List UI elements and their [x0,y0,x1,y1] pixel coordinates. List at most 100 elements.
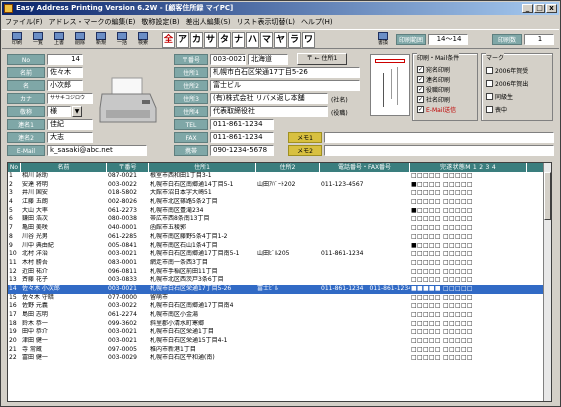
rewrite-button[interactable]: 書換 [374,32,392,48]
zip-to-address-button[interactable]: 〒 ← 住所1 [297,53,347,65]
chevron-down-icon[interactable]: ▼ [72,106,82,117]
kana-sa[interactable]: サ [204,32,217,48]
table-row[interactable]: 17 島田 志明 061-2274 札幌市南区小金湯 □□□□□ □□□□□ [8,311,551,320]
joint1-field[interactable]: 佳紀 [47,119,93,130]
checkbox-email-send[interactable]: ✓ E-Mail送信 [417,104,456,114]
print-count-input[interactable]: 1 [524,34,554,45]
header-phone-fax[interactable]: 電話番号・FAX番号 [320,163,410,172]
marks-group: マーク 2006年賀受 2006年賀出 同級生 喪中 [481,53,553,121]
table-row[interactable]: 1 相川 詠助 087-0021 根室市西和田1丁目3-1 □□□□□ □□□□□ [8,172,551,181]
mobile-field[interactable]: 090-1234-5678 [210,145,274,156]
kana-field[interactable]: ササキコジロウ [47,93,93,104]
tel-field[interactable]: 011-861-1234 [210,119,274,130]
address4-field[interactable]: 代表取締役社 [210,106,328,117]
honorific-select[interactable]: 様 [47,106,71,117]
table-row[interactable]: 8 川谷 光男 061-2285 札幌市南区藤野5条4丁目1-2 □□□□□ □□□□□ [8,233,551,242]
overwrite-button[interactable]: 上書 [50,32,68,48]
kana-ma[interactable]: マ [260,32,273,48]
menu-edit[interactable]: アドレス・マークの編集(E) [49,16,136,28]
list-button[interactable]: 一覧 [29,32,47,48]
header-address1[interactable]: 住所1 [149,163,256,172]
table-row[interactable]: 20 津田 健一 003-0021 札幌市白石区栄通15丁目4-1 □□□□□ □□□□… [8,337,551,346]
checkbox-mourning[interactable]: 喪中 [486,103,528,116]
batch-button[interactable]: 一括 [113,32,131,48]
kana-ya[interactable]: ヤ [274,32,287,48]
scrollbar[interactable] [543,163,551,401]
maximize-button[interactable]: □ [534,4,545,13]
search-button[interactable]: 検索 [134,32,152,48]
table-row[interactable]: 11 木村 勝吾 083-0001 網走市南一条西3丁目 □□□□□ □□□□□ [8,259,551,268]
email-field[interactable]: k_sasaki@abc.net [47,145,147,156]
table-row[interactable]: 9 川中 典由紀 005-0841 札幌市南区石山1条4丁目 ■□□□□ □□□□□ [8,242,551,251]
table-row[interactable]: 12 近田 祐介 096-0811 札幌市手稲区前田11丁目 □□□□□ □□□□□ [8,268,551,277]
zip-field[interactable]: 003-0021 [210,54,246,65]
memo1-field[interactable] [324,132,554,143]
table-cell: 札幌市白石区南郷通17丁目南5-1 [150,250,240,258]
header-status[interactable]: 完遂状態M 1 2 3 4 [410,163,527,172]
joint2-field[interactable]: 大志 [47,132,93,143]
app-window: Easy Address Printing Version 6.2W - [顧客… [0,0,561,407]
print-button[interactable]: 印刷 [8,32,26,48]
table-row[interactable]: 18 鈴木 恭一 099-3602 斜里郡小清水町寒郷 □□□□□ □□□□□ [8,320,551,329]
checkbox-position-print[interactable]: ✓ 役職印刷 [417,84,456,94]
table-row[interactable]: 16 佐野 元義 003-0022 札幌市白石区南郷通17丁目南4 □□□□□ □□□□… [8,302,551,311]
table-row[interactable]: 3 井川 国安 018-5802 大館市沼日本字大崎51 □□□□□ □□□□□ [8,189,551,198]
joint2-label: 連名2 [7,132,45,143]
table-row[interactable]: 19 田中 恭介 003-0021 札幌市白石区栄通1丁目 □□□□□ □□□□□ [8,328,551,337]
menu-file[interactable]: ファイル(F) [5,16,43,28]
menu-help[interactable]: ヘルプ(H) [301,16,333,28]
menu-sender[interactable]: 差出人編集(S) [186,16,231,28]
name-field[interactable]: 佐々木 [47,67,83,78]
minimize-button[interactable]: _ [522,4,533,13]
table-row[interactable]: 14 佐々木 小次郎 003-0021 札幌市白石区栄通17丁目5-26 富士ﾋﾞﾙ 01… [8,284,551,294]
kana-a[interactable]: ア [176,32,189,48]
company-note: (社名) [331,97,348,104]
new-button[interactable]: 新規 [92,32,110,48]
checkbox-classmate[interactable]: 同級生 [486,90,528,103]
fax-field[interactable]: 011-861-1234 [210,132,274,143]
kana-wa[interactable]: ワ [302,32,315,48]
table-row[interactable]: 10 北村 洋治 003-0021 札幌市白石区南郷通17丁目南5-1 山田ﾋﾞﾙ205… [8,250,551,259]
menu-honorific[interactable]: 敬称設定(B) [141,16,179,28]
given-name-field[interactable]: 小次郎 [47,80,83,91]
delete-button[interactable]: 削除 [71,32,89,48]
kana-ta[interactable]: タ [218,32,231,48]
table-row[interactable]: 21 寺 常蔵 097-0005 稚内市新港1丁目 □□□□□ □□□□□ [8,346,551,355]
address1-field[interactable]: 札幌市白石区栄通17丁目5-26 [210,67,360,78]
table-row[interactable]: 2 安達 将明 003-0022 札幌市白石区南郷通14丁目5-1 山田ｱﾊﾟｰﾄ202… [8,181,551,190]
kana-ka[interactable]: カ [190,32,203,48]
prefecture-field[interactable]: 北海道 [248,54,288,65]
no-field[interactable]: 14 [47,54,83,65]
kana-ha[interactable]: ハ [246,32,259,48]
table-row[interactable]: 6 鎌田 浩次 080-0038 帯広市西8条南13丁目 □□□□□ □□□□□ [8,215,551,224]
table-row[interactable]: 13 斉藤 花子 003-0833 札幌市北区西茨戸3条6丁目 □□□□□ □□□□□ [8,276,551,285]
header-address2[interactable]: 住所2 [256,163,320,172]
checkbox-joint-print[interactable]: ✓ 連名印刷 [417,74,456,84]
table-cell [256,346,320,355]
kana-all[interactable]: 全 [162,32,175,48]
header-no[interactable]: No [8,163,21,172]
table-row[interactable]: 7 亀田 美咲 040-0001 函館市五稜郭 □□□□□ □□□□□ [8,224,551,233]
table-cell: 2 [9,180,13,188]
address2-field[interactable]: 富士ビル [210,80,360,91]
address3-field[interactable]: (有)株式会社 リバメ返し本舗 [210,93,328,104]
checkbox-new-year-sent[interactable]: 2006年賀出 [486,77,528,90]
table-row[interactable]: 5 大山 大率 061-2273 札幌市南区豊滝234 ■□□□□ □□□□□ [8,207,551,216]
table-row[interactable]: 4 江藤 五朗 002-8026 札幌市北区篠路5条2丁目 □□□□□ □□□□□ [8,198,551,207]
scrollbar-thumb[interactable] [544,172,551,220]
print-range-input[interactable]: 14～14 [428,34,468,45]
memo2-field[interactable] [324,145,554,156]
checkbox-new-year-received[interactable]: 2006年賀受 [486,64,528,77]
kana-ra[interactable]: ラ [288,32,301,48]
table-cell: 田中 恭介 [22,328,48,336]
checkbox-address-print[interactable]: ✓ 宛名印刷 [417,64,456,74]
table-row[interactable]: 15 佐々木 守暗 077-0000 留萌市 □□□□□ □□□□□ [8,294,551,303]
table-row[interactable]: 22 冨田 健一 003-0029 札幌市白石区平和通(南) □□□□□ □□□□□ [8,354,551,363]
table-cell [320,302,410,311]
kana-na[interactable]: ナ [232,32,245,48]
checkbox-company-print[interactable]: ✓ 社名印刷 [417,94,456,104]
header-zip[interactable]: 〒番号 [107,163,149,172]
menu-list[interactable]: リスト表示切替(L) [237,16,295,28]
close-button[interactable]: x [546,4,557,13]
header-name[interactable]: 名前 [21,163,107,172]
